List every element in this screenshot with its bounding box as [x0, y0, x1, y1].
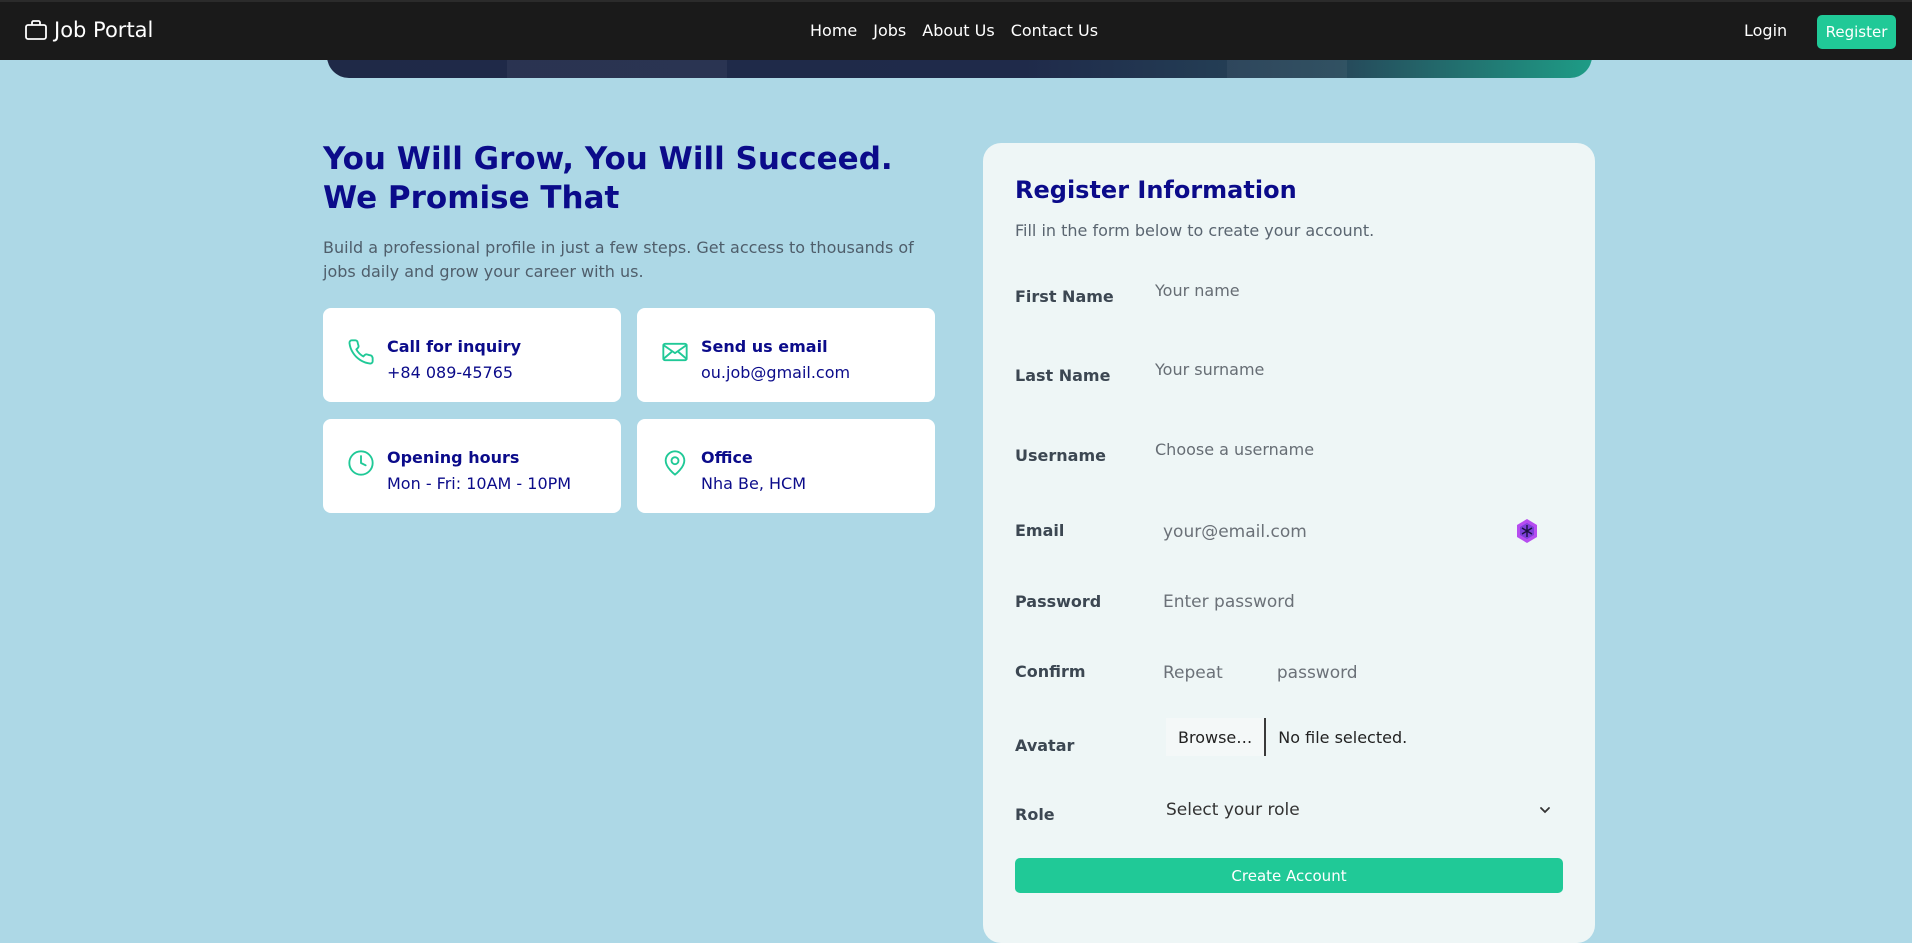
contact-card-value: +84 089-45765 [387, 363, 514, 382]
nav-links: Home Jobs About Us Contact Us [810, 21, 1098, 40]
avatar-file-input[interactable]: Browse… No file selected. [1166, 718, 1407, 756]
first-name-label: First Name [1015, 287, 1114, 306]
password-input[interactable] [1161, 581, 1575, 623]
role-label: Role [1015, 805, 1055, 824]
role-select[interactable]: Select your role [1166, 795, 1552, 825]
contact-card-title: Office [701, 448, 753, 467]
email-input[interactable] [1161, 511, 1505, 553]
contact-card-value: Mon - Fri: 10AM - 10PM [387, 474, 572, 493]
contact-card-phone: Call for inquiry +84 089-45765 [323, 308, 621, 402]
form-title: Register Information [1015, 176, 1297, 204]
username-label: Username [1015, 446, 1106, 465]
contact-card-value: Nha Be, HCM [701, 474, 806, 493]
contact-card-title: Send us email [701, 337, 828, 356]
location-pin-icon [664, 450, 686, 476]
password-label: Password [1015, 592, 1102, 611]
browse-button[interactable]: Browse… [1166, 718, 1267, 756]
confirm-password-label: Confirm [1015, 662, 1086, 681]
first-name-input[interactable] [1153, 269, 1567, 311]
login-link[interactable]: Login [1744, 21, 1787, 40]
briefcase-icon [25, 20, 47, 40]
avatar-label: Avatar [1015, 736, 1075, 755]
page-headline: You Will Grow, You Will Succeed. We Prom… [323, 141, 893, 216]
nav-about-us[interactable]: About Us [922, 21, 994, 40]
contact-card-title: Opening hours [387, 448, 520, 467]
form-subtitle: Fill in the form below to create your ac… [1015, 221, 1375, 240]
contact-card-title: Call for inquiry [387, 337, 522, 356]
password-manager-extension-icon[interactable] [1513, 517, 1541, 545]
clock-icon [348, 450, 374, 476]
nav-home[interactable]: Home [810, 21, 857, 40]
phone-icon [348, 339, 374, 365]
contact-card-email: Send us email ou.job@gmail.com [637, 308, 935, 402]
brand-link[interactable]: Job Portal [24, 18, 153, 42]
nav-jobs[interactable]: Jobs [873, 21, 906, 40]
contact-card-hours: Opening hours Mon - Fri: 10AM - 10PM [323, 419, 621, 513]
email-label: Email [1015, 521, 1065, 540]
chevron-down-icon [1540, 807, 1550, 814]
last-name-input[interactable] [1153, 348, 1567, 390]
confirm-password-input[interactable] [1161, 652, 1575, 694]
contact-card-office: Office Nha Be, HCM [637, 419, 935, 513]
file-status: No file selected. [1278, 727, 1408, 747]
mail-icon [662, 342, 688, 362]
brand-name: Job Portal [54, 18, 154, 42]
navbar: Job Portal Home Jobs About Us Contact Us… [0, 0, 1912, 60]
create-account-button[interactable]: Create Account [1015, 858, 1563, 893]
username-input[interactable] [1153, 428, 1567, 470]
role-selected-value: Select your role [1166, 800, 1300, 820]
register-form: Register Information Fill in the form be… [983, 143, 1595, 943]
contact-card-value: ou.job@gmail.com [701, 363, 851, 382]
nav-contact-us[interactable]: Contact Us [1011, 21, 1098, 40]
last-name-label: Last Name [1015, 366, 1111, 385]
register-button[interactable]: Register [1817, 15, 1896, 49]
page-subtext: Build a professional profile in just a f… [323, 238, 914, 281]
